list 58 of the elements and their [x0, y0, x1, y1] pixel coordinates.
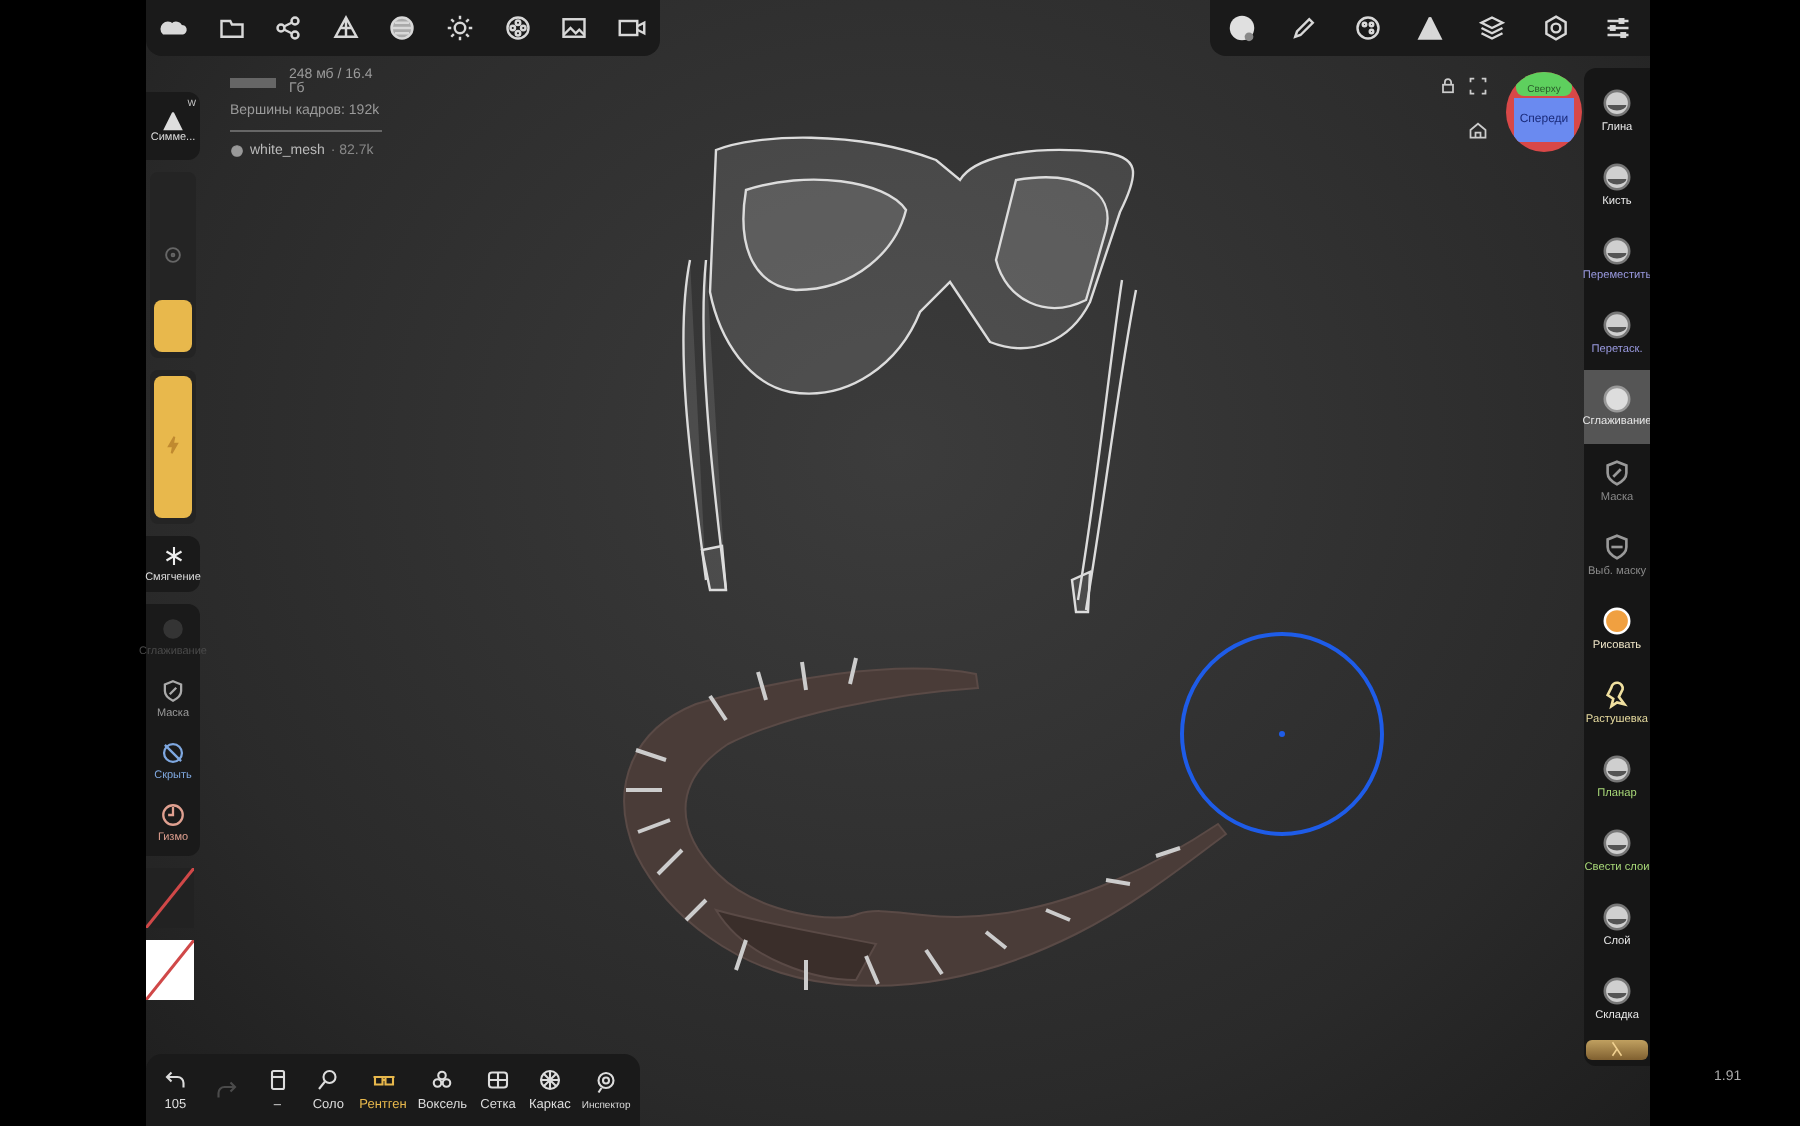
mask-shield-icon	[160, 678, 186, 704]
secondary-color-swatch[interactable]	[146, 868, 194, 928]
lambda-icon	[1608, 1040, 1626, 1058]
brush-sphere-icon	[1227, 14, 1256, 42]
layers-icon	[1478, 14, 1507, 42]
pencil-icon	[1290, 14, 1319, 42]
smooth-ball-icon	[160, 616, 186, 642]
fullscreen-icon	[1468, 76, 1488, 96]
clay-sphere-icon	[1602, 754, 1632, 784]
lock-icon	[1438, 76, 1458, 96]
mirror-triangle-icon	[1415, 14, 1444, 42]
grid-icon	[486, 1068, 511, 1092]
sun-button[interactable]	[442, 10, 478, 46]
sliders-icon	[1604, 14, 1633, 42]
clay-sphere-icon	[1602, 162, 1632, 192]
memory-bar	[230, 77, 277, 87]
lightning-icon	[162, 434, 184, 456]
clay-sphere-icon	[1602, 976, 1632, 1006]
palette-icon	[1353, 14, 1382, 42]
image-icon	[560, 14, 589, 42]
shield-icon	[1602, 458, 1632, 488]
redo-icon	[214, 1078, 239, 1102]
radius-slider[interactable]	[150, 172, 196, 358]
clay-sphere-icon	[1602, 88, 1632, 118]
share-nodes-icon	[274, 14, 303, 42]
triangle-mesh-icon	[331, 14, 360, 42]
shield-icon	[1602, 532, 1632, 562]
clay-sphere-icon	[1602, 236, 1632, 266]
clay-sphere-icon	[1602, 828, 1632, 858]
sphere-icon	[230, 144, 244, 158]
undo-icon	[163, 1068, 188, 1092]
wireframe-sphere-icon	[537, 1068, 562, 1092]
snowflake-icon	[161, 544, 185, 568]
fullscreen-button[interactable]	[1468, 76, 1488, 96]
home-button[interactable]	[1468, 120, 1488, 140]
smooth-sphere-icon	[1602, 384, 1632, 415]
primary-color-swatch[interactable]	[146, 940, 194, 1000]
lock-button[interactable]	[1438, 76, 1458, 96]
film-reel-icon	[503, 14, 532, 42]
clay-sphere-icon	[1602, 902, 1632, 932]
gear-icon	[1541, 14, 1570, 42]
folder-icon	[217, 14, 246, 42]
voxel-spheres-icon	[430, 1068, 455, 1092]
paint-sphere-icon	[1602, 606, 1632, 636]
more-tools-tab[interactable]	[1586, 1040, 1648, 1060]
mirror-triangle-icon	[162, 109, 184, 131]
clay-sphere-icon	[1602, 310, 1632, 340]
inspector-icon	[594, 1069, 619, 1093]
smudge-icon	[1602, 680, 1632, 710]
home-icon	[1468, 120, 1488, 140]
hide-eye-icon	[160, 740, 186, 766]
target-circle-icon	[162, 244, 184, 266]
video-camera-icon	[617, 14, 646, 42]
brush-center-dot	[1279, 731, 1285, 737]
layers-button[interactable]	[1474, 10, 1511, 46]
sphere-icon	[388, 14, 417, 42]
search-icon	[316, 1068, 341, 1092]
sun-icon	[446, 14, 474, 42]
